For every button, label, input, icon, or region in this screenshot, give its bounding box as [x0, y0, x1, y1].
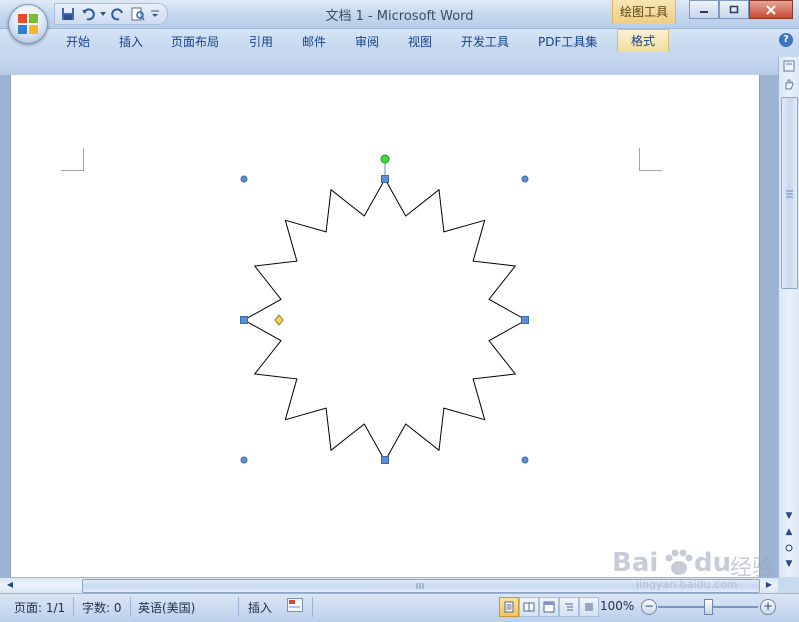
status-separator [312, 597, 313, 617]
web-layout-view-icon[interactable] [539, 597, 559, 617]
ribbon-collapsed-strip [0, 53, 799, 76]
view-buttons [499, 597, 599, 617]
window-title: 文档 1 - Microsoft Word [325, 9, 474, 24]
watermark-url: jingyan.baidu.com [636, 578, 738, 591]
help-icon[interactable]: ? [779, 33, 793, 47]
rotation-handle[interactable] [380, 154, 390, 164]
status-word-count[interactable]: 字数: 0 [82, 599, 122, 616]
star-shape[interactable] [242, 177, 528, 463]
drawing-tools-context-label: 绘图工具 [612, 0, 676, 24]
office-button[interactable] [8, 4, 48, 44]
status-insert-mode[interactable]: 插入 [248, 599, 272, 616]
tab-home[interactable]: 开始 [66, 33, 90, 50]
full-screen-reading-view-icon[interactable] [519, 597, 539, 617]
scroll-down-icon[interactable]: ▼ [781, 509, 797, 523]
resize-handle-top-right[interactable] [521, 175, 529, 183]
tab-pdf-tools[interactable]: PDF工具集 [538, 33, 597, 50]
resize-handle-top[interactable] [381, 175, 389, 183]
title-bar: 文档 1 - Microsoft Word 绘图工具 [0, 0, 799, 29]
resize-handle-top-left[interactable] [240, 175, 248, 183]
watermark-brand: Bai [612, 548, 659, 578]
restore-icon[interactable] [719, 0, 749, 19]
document-area [0, 75, 778, 577]
star-outline[interactable] [242, 177, 528, 463]
watermark-brand-suffix: du [694, 548, 732, 578]
ribbon-tab-row: 开始 插入 页面布局 引用 邮件 审阅 视图 开发工具 PDF工具集 格式 [0, 29, 799, 53]
status-separator [130, 597, 131, 617]
resize-handle-bottom-right[interactable] [521, 456, 529, 464]
zoom-out-button[interactable]: − [641, 599, 657, 615]
outline-view-icon[interactable] [559, 597, 579, 617]
zoom-in-button[interactable]: + [760, 599, 776, 615]
paw-icon [665, 549, 693, 575]
shape-canvas [240, 154, 529, 464]
resize-handle-right[interactable] [521, 316, 529, 324]
previous-page-icon[interactable]: ▲ [781, 525, 797, 539]
thumb-grip-icon [786, 190, 793, 198]
ruler-toggle-icon[interactable] [781, 59, 797, 73]
print-layout-view-icon[interactable] [499, 597, 519, 617]
window-controls [689, 0, 793, 19]
baidu-watermark: Bai du 经验 jingyan.baidu.com [612, 548, 792, 592]
office-logo-icon [18, 14, 38, 34]
zoom-slider-thumb[interactable] [704, 599, 713, 615]
tab-developer[interactable]: 开发工具 [461, 33, 509, 50]
vertical-scroll-thumb[interactable] [781, 97, 798, 289]
resize-handle-bottom[interactable] [381, 456, 389, 464]
tab-review[interactable]: 审阅 [355, 33, 379, 50]
tab-references[interactable]: 引用 [249, 33, 273, 50]
tab-format[interactable]: 格式 [617, 29, 670, 52]
document-page[interactable] [10, 75, 760, 577]
scroll-left-icon[interactable]: ◀ [4, 579, 16, 591]
minimize-icon[interactable] [689, 0, 719, 19]
close-icon[interactable] [749, 0, 793, 19]
pan-hand-icon[interactable] [781, 77, 797, 91]
status-separator [73, 597, 74, 617]
tab-view[interactable]: 视图 [408, 33, 432, 50]
zoom-level[interactable]: 100% [600, 599, 634, 613]
macro-record-icon[interactable] [287, 598, 303, 615]
status-separator [238, 597, 239, 617]
resize-handle-bottom-left[interactable] [240, 456, 248, 464]
status-language[interactable]: 英语(美国) [138, 599, 195, 616]
draft-view-icon[interactable] [579, 597, 599, 617]
tab-insert[interactable]: 插入 [119, 33, 143, 50]
vertical-scrollbar[interactable]: ▼ ▲ ▼ [778, 57, 799, 577]
tab-page-layout[interactable]: 页面布局 [171, 33, 219, 50]
status-bar: 页面: 1/1 字数: 0 英语(美国) 插入 100% − + [0, 593, 799, 622]
resize-handle-left[interactable] [240, 316, 248, 324]
status-page[interactable]: 页面: 1/1 [14, 599, 65, 616]
tab-mailings[interactable]: 邮件 [302, 33, 326, 50]
